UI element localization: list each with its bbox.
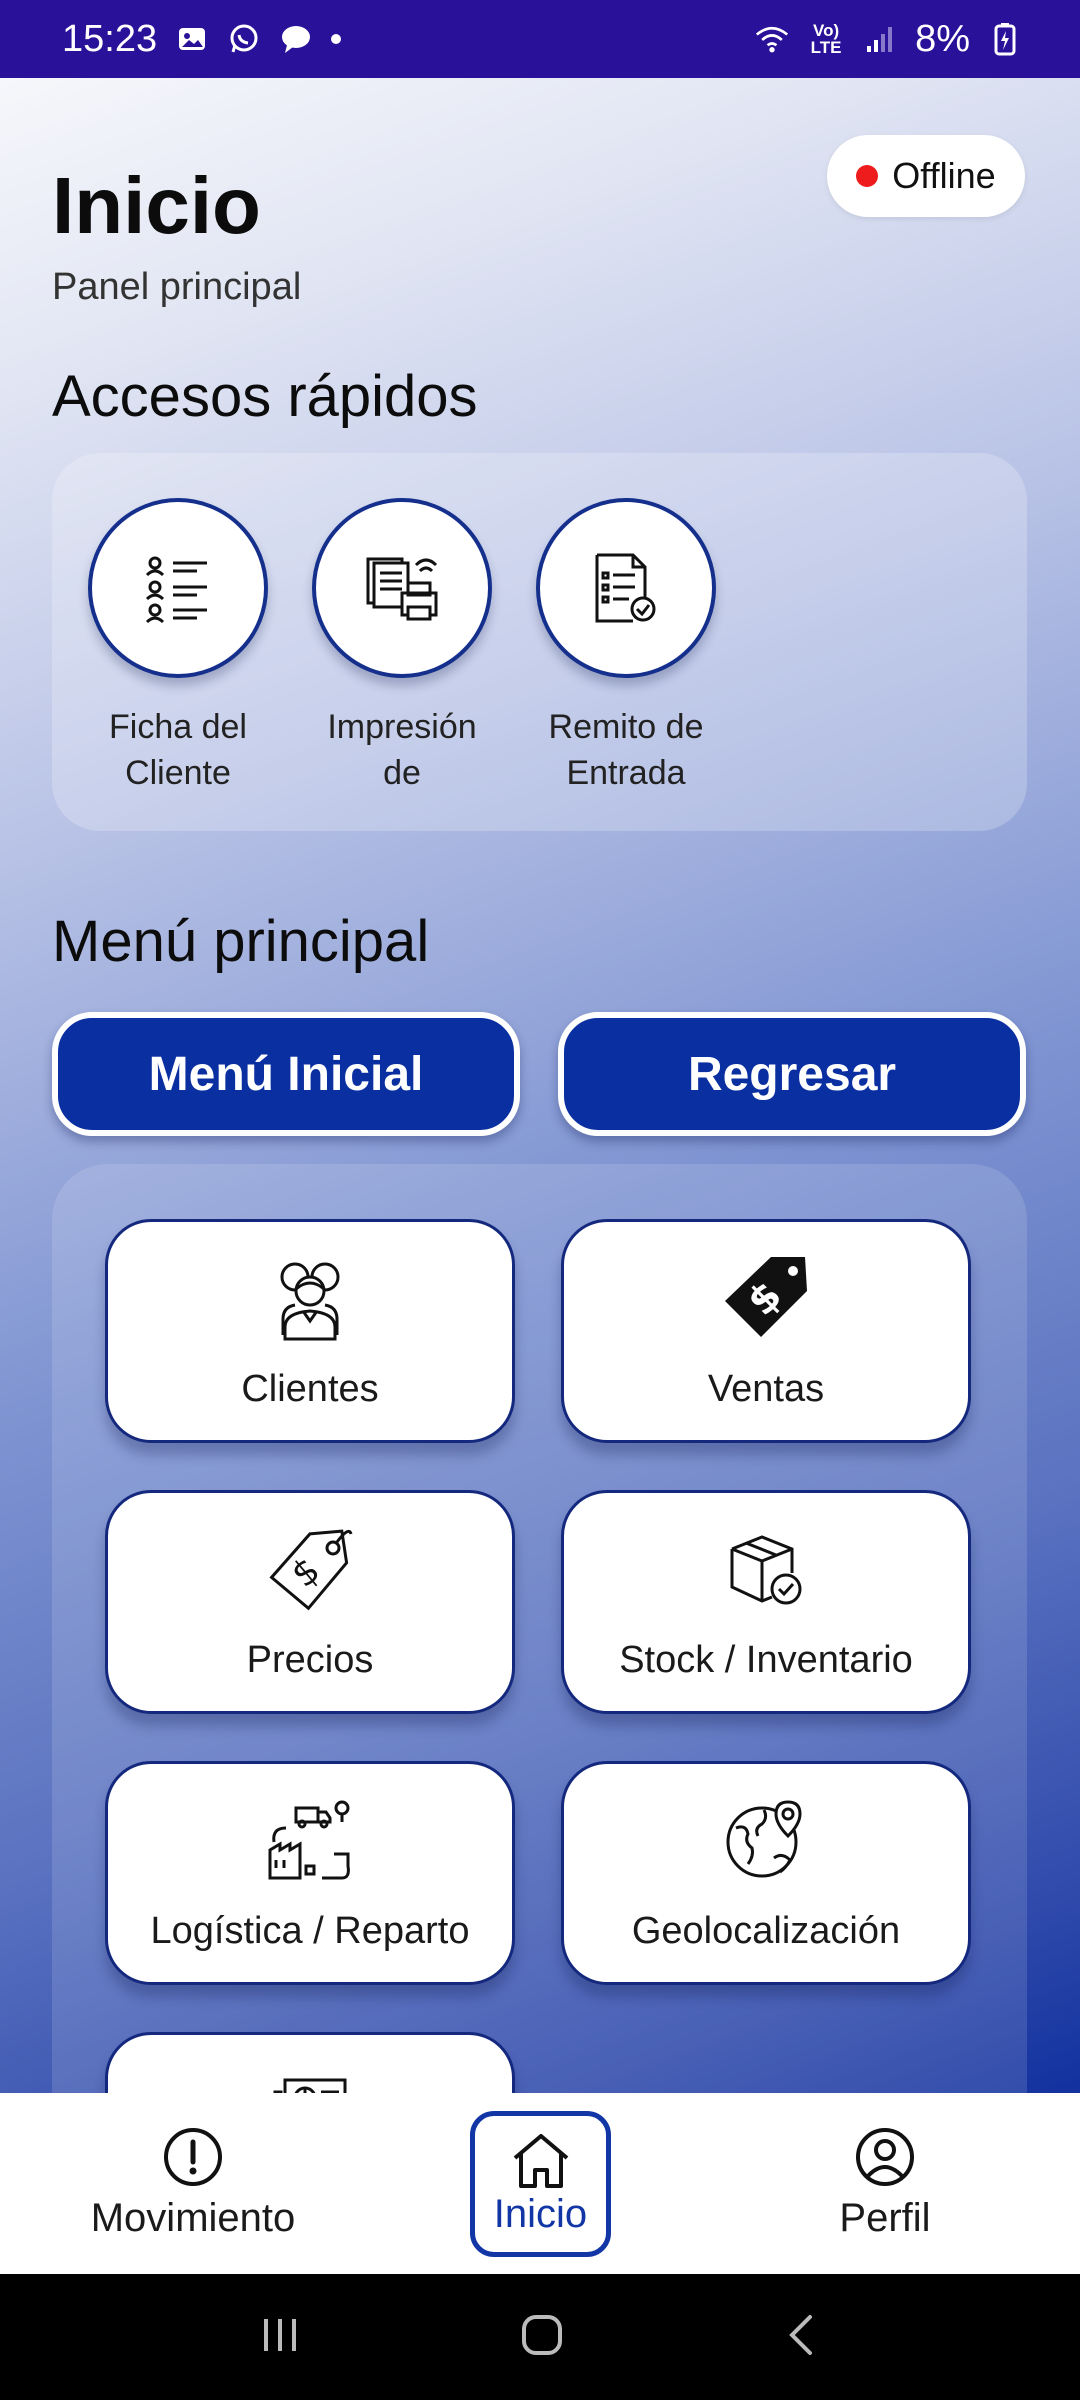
user-circle-icon (856, 2128, 914, 2186)
main-menu-title: Menú principal (52, 909, 430, 974)
status-time: 15:23 (62, 17, 158, 60)
quick-access-circle[interactable] (88, 498, 268, 678)
quick-access-remito-entrada[interactable]: Remito de Entrada (536, 498, 716, 810)
tile-label: Clientes (241, 1368, 379, 1410)
nav-inicio[interactable]: Inicio (470, 2093, 611, 2274)
nav-label: Inicio (493, 2192, 588, 2236)
quick-access-impresion[interactable]: Impresión de (312, 498, 492, 810)
back-button[interactable]: Regresar (558, 1012, 1026, 1136)
back-system-icon[interactable] (782, 2311, 822, 2364)
tile-ventas[interactable]: $ Ventas (561, 1219, 971, 1443)
alert-circle-icon (164, 2128, 222, 2186)
tile-stock-inventario[interactable]: Stock / Inventario (561, 1490, 971, 1714)
status-left: 15:23 (62, 17, 342, 61)
box-check-icon (720, 1523, 812, 1615)
connection-status-label: Offline (892, 155, 996, 196)
gallery-icon (175, 22, 209, 56)
recent-apps-icon[interactable] (258, 2313, 302, 2362)
receipt-check-icon (595, 553, 656, 623)
quick-access-title: Accesos rápidos (52, 364, 478, 429)
client-list-icon (145, 556, 207, 624)
whatsapp-icon (227, 22, 261, 56)
network-type: Vo) LTE (810, 21, 842, 57)
wifi-icon (755, 22, 789, 56)
nav-label: Perfil (839, 2196, 931, 2240)
home-icon (513, 2134, 568, 2188)
status-bar: 15:23 Vo) LTE 8% (0, 0, 1080, 78)
tile-reportes[interactable] (105, 2032, 515, 2093)
bottom-navigation: Movimiento Inicio Perfil (0, 2093, 1080, 2274)
initial-menu-button[interactable]: Menú Inicial (52, 1012, 520, 1136)
quick-access-label: Remito de Entrada (548, 708, 704, 792)
battery-charging-icon (988, 22, 1022, 56)
globe-pin-icon (720, 1794, 812, 1886)
tag-dollar-icon: $ (264, 1523, 356, 1615)
main-content[interactable]: Inicio Panel principal Offline Accesos r… (0, 78, 1080, 2093)
status-right: Vo) LTE 8% (755, 18, 1022, 61)
tile-label: Ventas (707, 1368, 825, 1410)
tile-geolocalizacion[interactable]: Geolocalización (561, 1761, 971, 1985)
page-subtitle: Panel principal (52, 266, 302, 308)
quick-access-label: Ficha del Cliente (109, 708, 247, 792)
nav-active-indicator[interactable]: Inicio (470, 2110, 611, 2257)
tile-label: Precios (246, 1639, 374, 1681)
nav-label: Movimiento (90, 2196, 296, 2240)
quick-access-ficha-cliente[interactable]: Ficha del Cliente (88, 498, 268, 810)
people-icon (264, 1252, 356, 1344)
tile-label: Logística / Reparto (150, 1910, 470, 1952)
quick-access-circle[interactable] (312, 498, 492, 678)
connection-status-badge: Offline (827, 135, 1025, 217)
status-dot-icon (856, 165, 879, 187)
system-navigation-bar (0, 2274, 1080, 2400)
quick-access-card: Ficha del Cliente Impresión de Remito de… (52, 453, 1027, 831)
signal-icon (863, 22, 897, 56)
tile-label: Geolocalización (631, 1910, 901, 1952)
tile-clientes[interactable]: Clientes (105, 1219, 515, 1443)
main-menu-grid: Clientes $ Ventas $ Precios Stock / Inve… (52, 1164, 1027, 2093)
chat-bubble-icon (279, 22, 313, 56)
delivery-truck-icon (264, 1794, 356, 1886)
nav-perfil[interactable]: Perfil (780, 2093, 990, 2274)
home-system-icon[interactable] (518, 2311, 566, 2364)
notification-dot (331, 34, 342, 44)
price-tag-dollar-icon: $ (720, 1252, 812, 1344)
report-chart-icon (264, 2065, 356, 2093)
tile-logistica-reparto[interactable]: Logística / Reparto (105, 1761, 515, 1985)
page-title: Inicio (52, 161, 261, 250)
tile-precios[interactable]: $ Precios (105, 1490, 515, 1714)
printer-icon (366, 557, 438, 621)
tile-label: Stock / Inventario (619, 1639, 913, 1681)
quick-access-label: Impresión de (327, 708, 477, 792)
quick-access-circle[interactable] (536, 498, 716, 678)
battery-percent: 8% (915, 17, 970, 60)
nav-movimiento[interactable]: Movimiento (62, 2093, 324, 2274)
